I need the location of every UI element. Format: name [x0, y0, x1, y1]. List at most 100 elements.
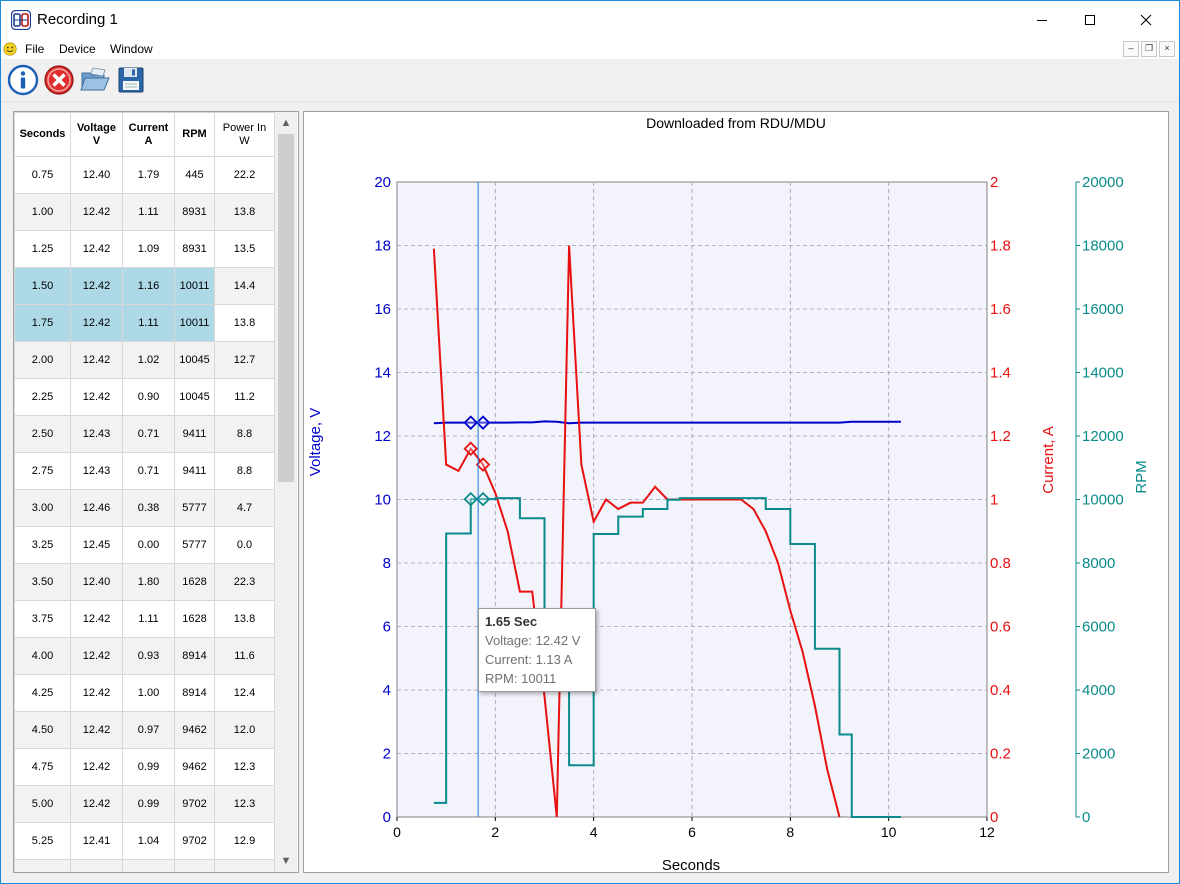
cell-voltage[interactable]: 12.42 [70, 304, 123, 342]
table-row[interactable]: 4.00 12.42 0.93 8914 11.6 [14, 637, 275, 675]
minimize-button[interactable] [1019, 1, 1065, 39]
table-row[interactable]: 1.50 12.42 1.16 10011 14.4 [14, 267, 275, 305]
title-bar[interactable]: Recording 1 [1, 1, 1179, 39]
cell-current[interactable]: 0.71 [122, 452, 175, 490]
open-folder-icon[interactable] [79, 64, 111, 96]
cell-seconds[interactable]: 5.00 [14, 785, 71, 823]
cell-current[interactable]: 1.11 [122, 304, 175, 342]
cell-current[interactable]: 0.00 [122, 526, 175, 564]
cell-power[interactable]: 22.3 [214, 563, 275, 601]
cell-rpm[interactable]: 5777 [174, 526, 215, 564]
cell-seconds[interactable]: 4.00 [14, 637, 71, 675]
col-header-seconds[interactable]: Seconds [14, 112, 71, 157]
cell-current[interactable]: 1.00 [122, 674, 175, 712]
cell-seconds[interactable]: 3.00 [14, 489, 71, 527]
cell-rpm[interactable]: 9702 [174, 785, 215, 823]
cell-power[interactable]: 13.8 [214, 304, 275, 342]
cell-seconds[interactable]: 4.25 [14, 674, 71, 712]
col-header-voltage[interactable]: Voltage V [70, 112, 123, 157]
mdi-minimize-button[interactable]: – [1123, 41, 1139, 57]
menu-file[interactable]: File [25, 42, 44, 56]
cell-seconds[interactable]: 4.50 [14, 711, 71, 749]
cell-rpm[interactable]: 9462 [174, 711, 215, 749]
cell-rpm[interactable]: 9411 [174, 415, 215, 453]
save-disk-icon[interactable] [115, 64, 147, 96]
table-row[interactable]: 1.75 12.42 1.11 10011 13.8 [14, 304, 275, 342]
cell-voltage[interactable]: 12.41 [70, 822, 123, 860]
cell-seconds[interactable]: 1.75 [14, 304, 71, 342]
cell-current[interactable]: 0.38 [122, 489, 175, 527]
cell-rpm[interactable]: 8931 [174, 230, 215, 268]
cell-current[interactable]: 0.97 [122, 711, 175, 749]
table-row[interactable]: 4.25 12.42 1.00 8914 12.4 [14, 674, 275, 712]
table-scrollbar[interactable]: ▲ ▼ [275, 112, 297, 872]
cell-rpm[interactable]: 10045 [174, 341, 215, 379]
cell-current[interactable]: 0.99 [122, 748, 175, 786]
cell-rpm[interactable]: 5777 [174, 489, 215, 527]
cell-current[interactable]: 0.90 [122, 378, 175, 416]
col-header-power-in[interactable]: Power In W [214, 112, 275, 157]
cell-voltage[interactable]: 12.43 [70, 415, 123, 453]
cell-power[interactable]: 8.8 [214, 415, 275, 453]
cell-voltage[interactable]: 12.40 [70, 563, 123, 601]
cell-rpm[interactable]: 1628 [174, 563, 215, 601]
cell-power[interactable]: 12.3 [214, 785, 275, 823]
stop-icon[interactable] [43, 64, 75, 96]
chart-panel[interactable]: Downloaded from RDU/MDU 0 2 4 6 8 10 12 Seconds 0… [303, 111, 1169, 873]
table-row[interactable]: 5.5012.431.08999413.4 [14, 859, 275, 872]
cell-power[interactable]: 11.2 [214, 378, 275, 416]
cell-rpm[interactable]: 1628 [174, 600, 215, 638]
cell-voltage[interactable]: 12.42 [70, 230, 123, 268]
cell-voltage[interactable]: 12.46 [70, 489, 123, 527]
table-row[interactable]: 1.25 12.42 1.09 8931 13.5 [14, 230, 275, 268]
table-row[interactable]: 0.75 12.40 1.79 445 22.2 [14, 156, 275, 194]
cell-rpm[interactable]: 8914 [174, 637, 215, 675]
cell-seconds[interactable]: 2.75 [14, 452, 71, 490]
table-row[interactable]: 5.25 12.41 1.04 9702 12.9 [14, 822, 275, 860]
cell-power[interactable]: 8.8 [214, 452, 275, 490]
menu-window[interactable]: Window [110, 42, 153, 56]
cell-power[interactable]: 12.9 [214, 822, 275, 860]
cell-seconds[interactable]: 1.25 [14, 230, 71, 268]
cell-current[interactable]: 1.08 [122, 859, 175, 872]
cell-current[interactable]: 1.79 [122, 156, 175, 194]
cell-power[interactable]: 13.5 [214, 230, 275, 268]
cell-power[interactable]: 12.3 [214, 748, 275, 786]
table-row[interactable]: 1.00 12.42 1.11 8931 13.8 [14, 193, 275, 231]
cell-rpm[interactable]: 10011 [174, 304, 215, 342]
cell-current[interactable]: 0.99 [122, 785, 175, 823]
cell-rpm[interactable]: 8914 [174, 674, 215, 712]
cell-seconds[interactable]: 5.50 [14, 859, 71, 872]
cell-power[interactable]: 22.2 [214, 156, 275, 194]
cell-rpm[interactable]: 9411 [174, 452, 215, 490]
mdi-close-button[interactable]: × [1159, 41, 1175, 57]
table-row[interactable]: 3.25 12.45 0.00 5777 0.0 [14, 526, 275, 564]
cell-rpm[interactable]: 10045 [174, 378, 215, 416]
cell-seconds[interactable]: 5.25 [14, 822, 71, 860]
scroll-thumb[interactable] [278, 134, 294, 482]
cell-seconds[interactable]: 2.25 [14, 378, 71, 416]
cell-current[interactable]: 1.04 [122, 822, 175, 860]
table-row[interactable]: 3.75 12.42 1.11 1628 13.8 [14, 600, 275, 638]
table-row[interactable]: 2.25 12.42 0.90 10045 11.2 [14, 378, 275, 416]
cell-power[interactable]: 12.4 [214, 674, 275, 712]
table-row[interactable]: 4.50 12.42 0.97 9462 12.0 [14, 711, 275, 749]
cell-power[interactable]: 0.0 [214, 526, 275, 564]
cell-seconds[interactable]: 4.75 [14, 748, 71, 786]
cell-seconds[interactable]: 1.00 [14, 193, 71, 231]
cell-rpm[interactable]: 445 [174, 156, 215, 194]
cell-seconds[interactable]: 3.50 [14, 563, 71, 601]
cell-voltage[interactable]: 12.43 [70, 452, 123, 490]
cell-seconds[interactable]: 2.00 [14, 341, 71, 379]
close-button[interactable] [1123, 1, 1169, 39]
cell-voltage[interactable]: 12.42 [70, 341, 123, 379]
line-chart[interactable]: Downloaded from RDU/MDU0 2 4 6 8 10 12Seconds0… [304, 112, 1168, 872]
cell-voltage[interactable]: 12.45 [70, 526, 123, 564]
cell-power[interactable]: 11.6 [214, 637, 275, 675]
scroll-up-icon[interactable]: ▲ [275, 112, 297, 134]
cell-voltage[interactable]: 12.42 [70, 193, 123, 231]
table-row[interactable]: 5.00 12.42 0.99 9702 12.3 [14, 785, 275, 823]
col-header-rpm[interactable]: RPM [174, 112, 215, 157]
cell-voltage[interactable]: 12.42 [70, 674, 123, 712]
cell-seconds[interactable]: 2.50 [14, 415, 71, 453]
